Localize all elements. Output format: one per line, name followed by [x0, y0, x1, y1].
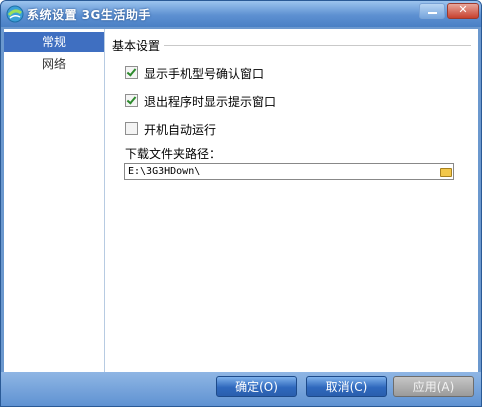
window-title: 系统设置 3G生活助手: [27, 8, 151, 22]
folder-browse-icon[interactable]: [440, 168, 452, 177]
checkbox[interactable]: [125, 94, 138, 107]
download-path-label: 下载文件夹路径：: [125, 147, 222, 161]
apply-button[interactable]: 应用(A): [393, 376, 474, 397]
section-title: 基本设置: [112, 39, 161, 53]
ok-button[interactable]: 确定(O): [216, 376, 297, 397]
content-area: 常规 网络 基本设置 显示手机型号确认窗口 退出程序时显示提示窗口 开机自动运行…: [4, 29, 478, 372]
checkbox[interactable]: [125, 122, 138, 135]
sidebar-item-network[interactable]: 网络: [4, 54, 104, 74]
option-label: 开机自动运行: [144, 123, 217, 137]
checkbox[interactable]: [125, 66, 138, 79]
cancel-button[interactable]: 取消(C): [306, 376, 387, 397]
minimize-button[interactable]: [419, 3, 445, 19]
settings-sidebar: 常规 网络: [4, 29, 105, 372]
button-bar: 确定(O) 取消(C) 应用(A): [1, 372, 481, 406]
title-bar[interactable]: 系统设置 3G生活助手 ✕: [1, 1, 481, 27]
option-label: 退出程序时显示提示窗口: [144, 95, 277, 109]
close-icon: ✕: [458, 3, 468, 16]
settings-window: 系统设置 3G生活助手 ✕ 常规 网络 基本设置 显示手机型号确认窗口 退出程序…: [0, 0, 482, 407]
download-path-input[interactable]: [124, 163, 454, 180]
close-button[interactable]: ✕: [447, 3, 479, 19]
section-divider: [164, 45, 471, 46]
option-label: 显示手机型号确认窗口: [144, 67, 265, 81]
app-logo-icon: [6, 5, 24, 23]
sidebar-item-general[interactable]: 常规: [4, 32, 104, 52]
